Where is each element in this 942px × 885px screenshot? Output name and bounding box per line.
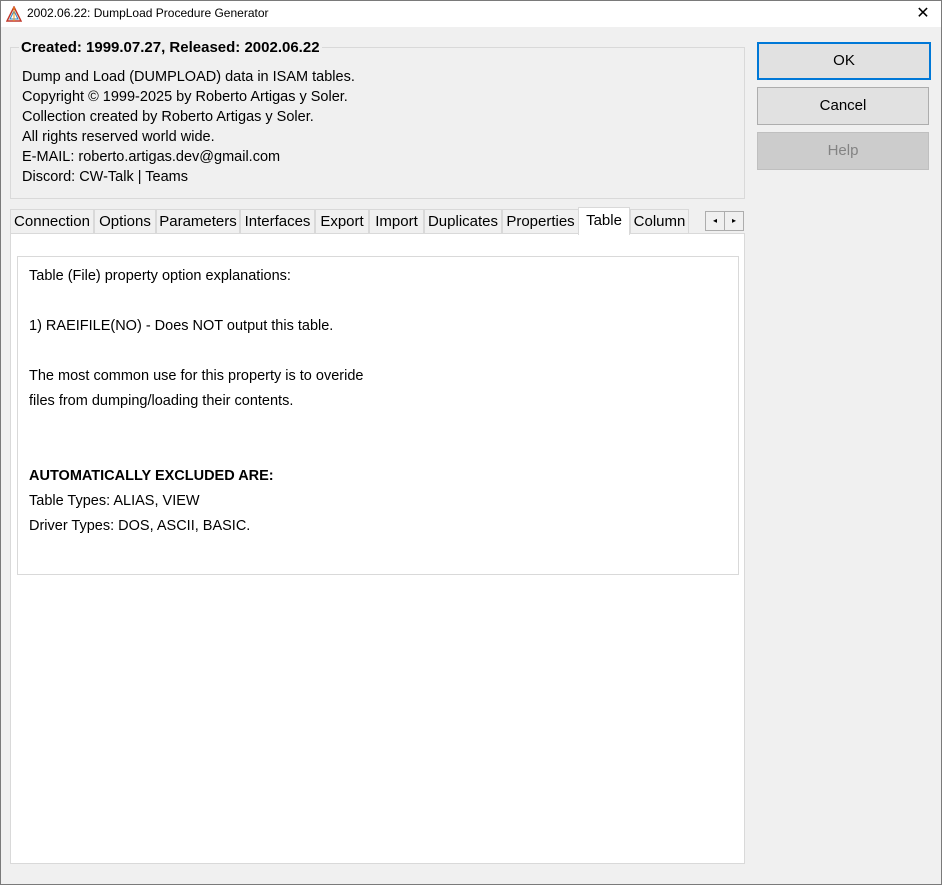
excluded-heading: AUTOMATICALLY EXCLUDED ARE: [29, 468, 274, 484]
explanation-line: Table Types: ALIAS, VIEW [29, 493, 200, 509]
table-tab-page: Table (File) property option explanation… [10, 233, 745, 864]
info-line: All rights reserved world wide. [22, 129, 215, 145]
info-group: Created: 1999.07.27, Released: 2002.06.2… [10, 39, 745, 199]
help-button[interactable]: Help [757, 132, 929, 170]
tab-table[interactable]: Table [578, 207, 630, 235]
tab-scroll-buttons: ◂ ▸ [705, 211, 744, 231]
ok-button[interactable]: OK [757, 42, 931, 80]
explanation-line: The most common use for this property is… [29, 368, 364, 384]
tab-duplicates[interactable]: Duplicates [424, 209, 502, 234]
tab-column[interactable]: Column [630, 209, 689, 234]
tab-export[interactable]: Export [315, 209, 369, 234]
explanation-line: files from dumping/loading their content… [29, 393, 294, 409]
dialog-window: 2002.06.22: DumpLoad Procedure Generator… [0, 0, 942, 885]
tab-strip: Connection Options Parameters Interfaces… [10, 207, 744, 235]
scroll-left-icon[interactable]: ◂ [705, 211, 725, 231]
info-line: Collection created by Roberto Artigas y … [22, 109, 314, 125]
tab-import[interactable]: Import [369, 209, 424, 234]
tab-interfaces[interactable]: Interfaces [240, 209, 315, 234]
close-icon[interactable]: ✕ [905, 1, 941, 27]
scroll-right-icon[interactable]: ▸ [724, 211, 744, 231]
title-bar: 2002.06.22: DumpLoad Procedure Generator… [1, 1, 941, 27]
tab-connection[interactable]: Connection [10, 209, 94, 234]
explanation-box: Table (File) property option explanation… [17, 256, 739, 575]
explanation-line: Table (File) property option explanation… [29, 268, 291, 284]
info-text: Dump and Load (DUMPLOAD) data in ISAM ta… [22, 67, 355, 187]
info-line: Dump and Load (DUMPLOAD) data in ISAM ta… [22, 69, 355, 85]
tab-parameters[interactable]: Parameters [156, 209, 240, 234]
info-line: E-MAIL: roberto.artigas.dev@gmail.com [22, 149, 281, 165]
explanation-line: Driver Types: DOS, ASCII, BASIC. [29, 518, 251, 534]
tab-options[interactable]: Options [94, 209, 156, 234]
window-title: 2002.06.22: DumpLoad Procedure Generator [27, 6, 269, 20]
info-line: Copyright © 1999-2025 by Roberto Artigas… [22, 89, 348, 105]
triangle-app-icon [5, 5, 23, 22]
info-line: Discord: CW-Talk | Teams [22, 169, 188, 185]
tab-properties[interactable]: Properties [502, 209, 579, 234]
cancel-button[interactable]: Cancel [757, 87, 929, 125]
info-group-title: Created: 1999.07.27, Released: 2002.06.2… [19, 39, 322, 56]
explanation-line: 1) RAEIFILE(NO) - Does NOT output this t… [29, 318, 334, 334]
